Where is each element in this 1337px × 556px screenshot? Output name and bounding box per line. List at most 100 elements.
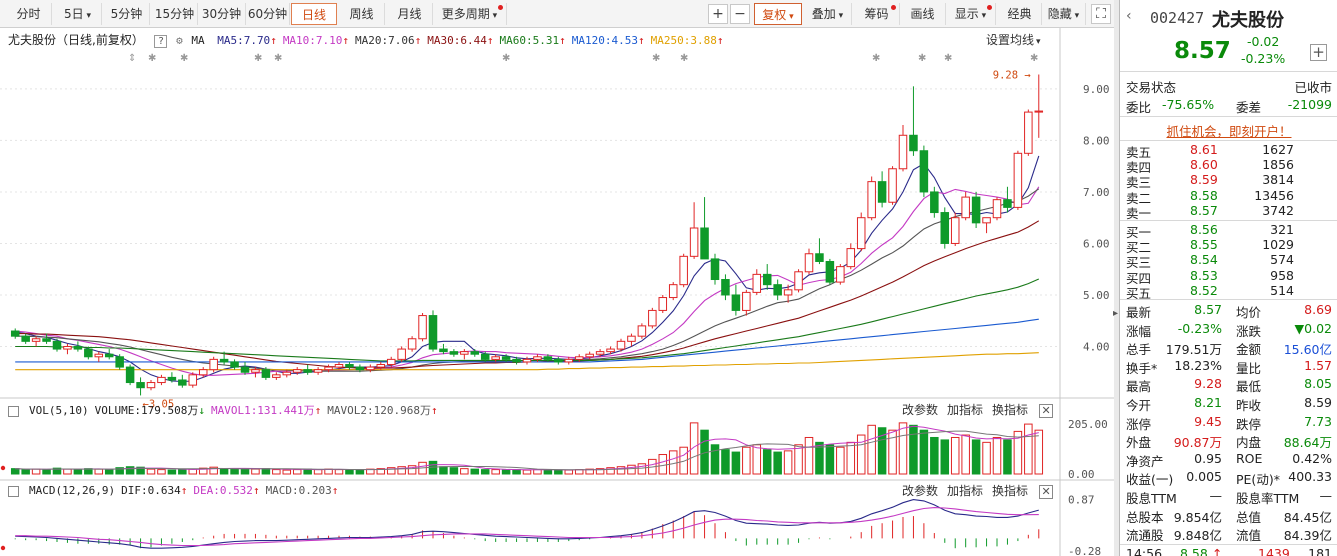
candle-body <box>762 273 772 286</box>
stat-label: 量比 <box>1236 360 1262 376</box>
panel-splitter[interactable] <box>1114 0 1119 556</box>
tool-button-3[interactable]: 画线 <box>900 3 946 25</box>
volume-bar <box>794 444 803 475</box>
volume-bar <box>21 469 30 475</box>
candle-body <box>522 358 532 363</box>
period-tab-label: 15分钟 <box>154 7 195 21</box>
vol-action-1[interactable]: 加指标 <box>947 403 983 417</box>
tool-button-2[interactable]: 筹码 <box>854 3 900 25</box>
weicha-label: 委差 <box>1236 100 1262 115</box>
ma-settings-label: 设置均线 <box>986 33 1035 47</box>
volume-bar <box>982 441 991 475</box>
volume-bar <box>971 439 981 475</box>
stat-row: 净资产 0.95 ROE 0.42% <box>1126 451 1332 469</box>
candle-body <box>627 335 636 342</box>
candle-body <box>418 315 427 340</box>
ask-price: 8.57 <box>1190 202 1218 218</box>
ma-line-ma120 <box>15 318 1039 363</box>
bid-row: 买五 8.52 514 <box>1126 282 1332 301</box>
volume-bar <box>219 468 229 475</box>
candle-body <box>386 358 396 366</box>
candle-body <box>543 356 553 360</box>
close-icon[interactable]: ✕ <box>1039 485 1054 499</box>
period-tab-4[interactable]: 30分钟 <box>198 3 246 25</box>
period-tab-label: 60分钟 <box>247 7 288 21</box>
vol-legend-item-1: VOLUME:179.508万 <box>94 404 199 417</box>
add-watchlist-button[interactable]: + <box>1310 44 1327 61</box>
candle-body <box>856 217 866 250</box>
candle-body <box>648 309 657 327</box>
tool-button-6[interactable]: 隐藏 ▾ <box>1042 3 1086 25</box>
candle-body <box>898 134 908 170</box>
candle-body <box>198 369 208 376</box>
macd-action-1[interactable]: 加指标 <box>947 484 983 498</box>
stat-row: 总股本 9.854亿 总值 84.45亿 <box>1126 507 1332 525</box>
price-tick-label: 8.00 <box>1083 134 1110 147</box>
vol-action-2[interactable]: 换指标 <box>992 403 1028 417</box>
candle-body <box>272 374 281 378</box>
stat-value: 9.848亿 <box>1173 528 1222 544</box>
period-tab-3[interactable]: 15分钟 <box>152 3 198 25</box>
period-tab-9[interactable]: 更多周期 ▾ <box>433 3 507 25</box>
ma-line-ma10 <box>15 186 1040 376</box>
period-tab-2[interactable]: 5分钟 <box>104 3 150 25</box>
stat-label: 收益(一) <box>1126 472 1174 488</box>
candle-body <box>376 364 386 368</box>
candle-body <box>230 361 239 368</box>
macd-action-0[interactable]: 改参数 <box>902 484 938 498</box>
volume-bar <box>762 449 772 475</box>
stat-value: 8.59 <box>1304 395 1332 410</box>
stat-value: 8.69 <box>1304 302 1332 317</box>
fullscreen-button[interactable]: ⛶ <box>1091 4 1111 24</box>
zoom-in-button[interactable]: + <box>708 4 728 24</box>
period-toolbar: 分时 5日 ▾ 5分钟 15分钟 30分钟 60分钟 日线 周线 月线 更多周期 ▾ 复权 ▾ 叠加 … <box>0 0 1114 28</box>
help-icon[interactable]: ? <box>154 35 168 48</box>
candle-body <box>950 217 960 244</box>
tool-button-0[interactable]: 复权 ▾ <box>754 3 802 25</box>
period-tab-8[interactable]: 月线 <box>387 3 433 25</box>
tool-button-5[interactable]: 经典 <box>998 3 1042 25</box>
stat-label: 均价 <box>1236 305 1262 320</box>
settings-gear-icon[interactable]: ⚙ <box>176 34 183 47</box>
bid-volume: 514 <box>1270 282 1294 298</box>
candle-body <box>961 196 970 219</box>
candle-body <box>888 168 897 203</box>
collapse-box-icon[interactable] <box>8 405 19 417</box>
stat-value: -0.23% <box>1177 320 1222 336</box>
vol-action-0[interactable]: 改参数 <box>902 403 938 417</box>
collapse-arrow-icon[interactable]: ▸ <box>1113 308 1118 319</box>
volume-bar <box>564 469 574 475</box>
candle-body <box>439 348 448 353</box>
panel-back-icon[interactable]: ‹ <box>1126 8 1132 24</box>
ma-settings-button[interactable]: 设置均线 ▾ <box>986 31 1041 48</box>
open-account-link[interactable]: 抓住机会，即刻开户！ <box>1120 121 1337 140</box>
period-tab-5[interactable]: 60分钟 <box>246 3 290 25</box>
close-icon[interactable]: ✕ <box>1039 404 1054 418</box>
candle-body <box>742 291 751 311</box>
volume-bar <box>31 468 41 475</box>
trade-status-value: 已收市 <box>1294 80 1332 95</box>
volume-bar <box>10 468 20 475</box>
period-tab-6[interactable]: 日线 <box>291 3 337 25</box>
period-tab-0[interactable]: 分时 <box>6 3 52 25</box>
candle-body <box>1034 110 1044 113</box>
tool-button-1[interactable]: 叠加 ▾ <box>804 3 852 25</box>
volume-bar <box>773 451 782 475</box>
stat-row: 总手 179.51万 金额 15.60亿 <box>1126 339 1332 357</box>
volume-bar <box>627 464 636 475</box>
tool-button-4[interactable]: 显示 ▾ <box>946 3 996 25</box>
zoom-out-button[interactable]: − <box>730 4 750 24</box>
ma-legend-item-0: MA5:7.70 <box>217 34 271 47</box>
period-tab-1[interactable]: 5日 ▾ <box>54 3 102 25</box>
arrow-up-icon: ↑ <box>637 34 645 47</box>
macd-action-2[interactable]: 换指标 <box>992 484 1028 498</box>
candle-body <box>240 366 250 373</box>
candle-body <box>157 376 166 384</box>
candle-body <box>867 181 876 219</box>
candle-body <box>501 356 511 360</box>
bid-volume: 321 <box>1270 222 1294 237</box>
period-tab-7[interactable]: 周线 <box>339 3 385 25</box>
collapse-box-icon[interactable] <box>8 485 19 497</box>
last-price: 8.57 <box>1174 38 1231 64</box>
candle-body <box>219 358 229 363</box>
